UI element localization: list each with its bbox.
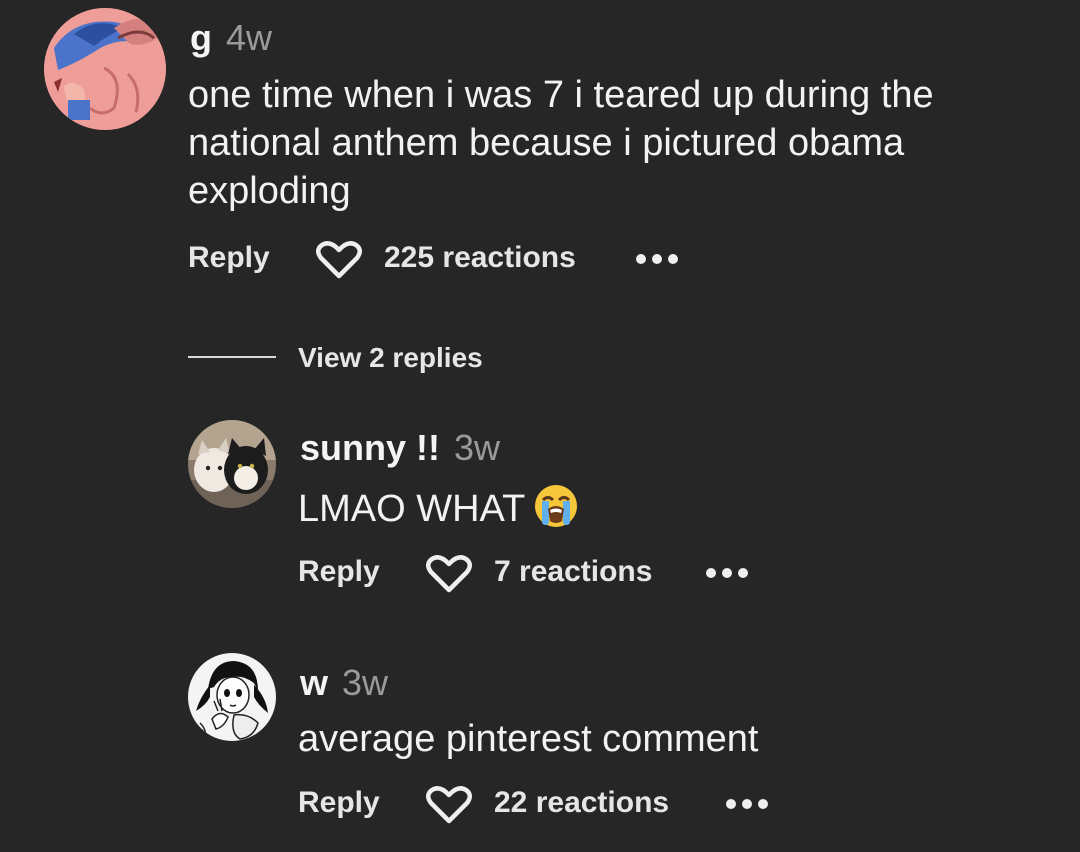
heart-icon[interactable] — [426, 554, 472, 599]
reactions-count[interactable]: 225 reactions — [384, 238, 576, 278]
comment-text-line: national anthem because i pictured obama — [188, 122, 905, 164]
more-options-icon[interactable] — [634, 252, 682, 271]
timestamp: 3w — [454, 427, 501, 468]
cats-avatar-icon — [188, 420, 276, 508]
comment-text-line: one time when i was 7 i teared up during… — [188, 74, 934, 116]
avatar-w[interactable] — [188, 653, 276, 741]
comment-text-line: exploding — [188, 170, 351, 212]
manga-avatar-icon — [188, 653, 276, 741]
reply-header: sunny !! 3w — [300, 430, 500, 466]
comment-text: one time when i was 7 i teared up during… — [188, 71, 1068, 215]
username[interactable]: g — [190, 17, 212, 58]
view-replies-label: View 2 replies — [298, 342, 483, 373]
reply-text: LMAO WHAT — [298, 483, 1058, 541]
reply-header: w 3w — [300, 665, 388, 701]
comments-page: g 4w one time when i was 7 i teared up du… — [0, 0, 1080, 852]
heart-icon[interactable] — [426, 785, 472, 830]
view-replies-button[interactable]: View 2 replies — [188, 338, 548, 378]
heart-icon[interactable] — [316, 240, 362, 285]
loudly-crying-face-emoji — [533, 483, 579, 541]
username[interactable]: w — [300, 662, 328, 703]
comment-actions: Reply 225 reactions — [188, 238, 708, 279]
more-options-icon[interactable] — [704, 566, 752, 585]
reply-text: average pinterest comment — [298, 715, 1058, 763]
avatar-g[interactable] — [44, 8, 166, 130]
username[interactable]: sunny !! — [300, 427, 440, 468]
reply-button[interactable]: Reply — [298, 552, 380, 592]
reply-actions: Reply 22 reactions — [298, 783, 778, 824]
reply-text-content: LMAO WHAT — [298, 488, 526, 530]
timestamp: 3w — [342, 662, 389, 703]
reply-button[interactable]: Reply — [188, 238, 270, 278]
reply-text-content: average pinterest comment — [298, 718, 759, 760]
comment-g: g 4w one time when i was 7 i teared up du… — [0, 0, 1080, 300]
more-options-icon[interactable] — [724, 797, 772, 816]
reply-w: w 3w average pinterest comment Reply 22 r… — [0, 645, 1080, 845]
timestamp: 4w — [226, 17, 273, 58]
reactions-count[interactable]: 22 reactions — [494, 783, 669, 823]
reply-actions: Reply 7 reactions — [298, 552, 778, 593]
reply-button[interactable]: Reply — [298, 783, 380, 823]
divider-line — [188, 356, 276, 358]
avatar-sunny[interactable] — [188, 420, 276, 508]
comment-header: g 4w — [190, 20, 272, 56]
reply-sunny: sunny !! 3w LMAO WHAT Reply 7 reactions — [0, 410, 1080, 610]
reactions-count[interactable]: 7 reactions — [494, 552, 652, 592]
cartoon-avatar-icon — [44, 8, 166, 130]
